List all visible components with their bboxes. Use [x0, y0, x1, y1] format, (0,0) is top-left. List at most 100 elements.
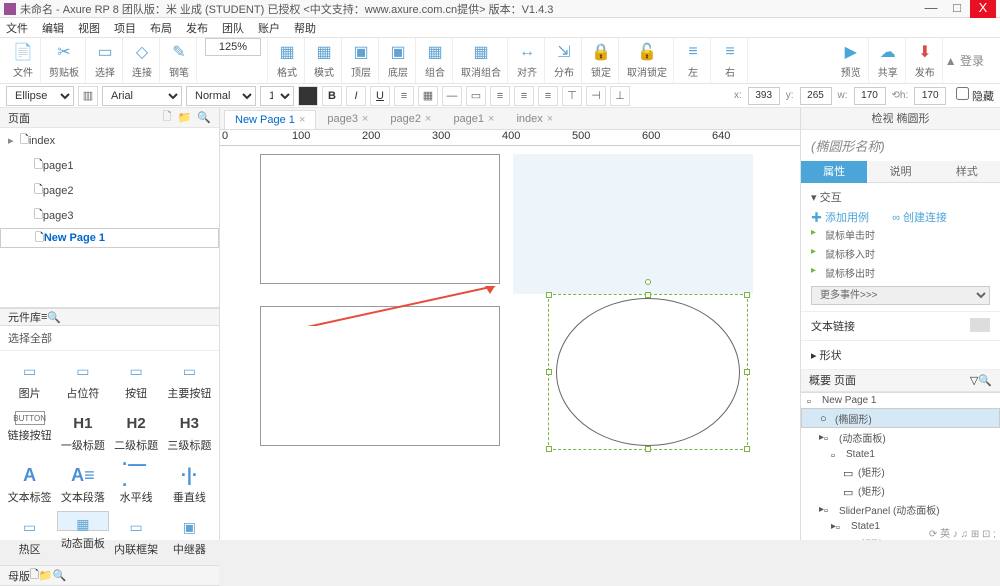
bold-button[interactable]: B	[322, 86, 342, 106]
menu-项目[interactable]: 项目	[114, 20, 136, 36]
align-bottom-button[interactable]: ⊥	[610, 86, 630, 106]
padding-icon[interactable]: ▥	[78, 86, 98, 106]
textlink-swatch[interactable]	[970, 318, 990, 332]
shape-select[interactable]: Ellipse	[6, 86, 74, 106]
fill-button[interactable]: ▦	[418, 86, 438, 106]
size-select[interactable]: 13	[260, 86, 294, 106]
lib-中继器[interactable]: ▣中继器	[164, 511, 215, 561]
tool-连接[interactable]: ◇连接	[125, 38, 160, 83]
item-name[interactable]: (椭圆形名称)	[801, 130, 1000, 161]
lib-垂直线[interactable]: ·|·垂直线	[164, 459, 215, 509]
hide-checkbox[interactable]	[956, 87, 969, 100]
master-search-icon[interactable]: 🔍	[53, 569, 67, 582]
outline-SliderPanel (动态面板)[interactable]: ▸ ▫SliderPanel (动态面板)	[801, 500, 1000, 519]
tool-发布[interactable]: ⬇发布	[908, 38, 943, 83]
align-left-button[interactable]: ≡	[490, 86, 510, 106]
event-鼠标移入时[interactable]: 鼠标移入时	[811, 244, 990, 263]
interaction-title[interactable]: ▾ 交互	[811, 189, 990, 205]
lib-文本标签[interactable]: A文本标签	[4, 459, 55, 509]
tab-New Page 1[interactable]: New Page 1×	[224, 110, 316, 129]
lib-内联框架[interactable]: ▭内联框架	[111, 511, 162, 561]
tool-预览[interactable]: ▶预览	[834, 38, 869, 83]
lib-水平线[interactable]: ·—·水平线	[111, 459, 162, 509]
outline-(动态面板)[interactable]: ▸ ▫(动态面板)	[801, 428, 1000, 447]
lib-主要按钮[interactable]: ▭主要按钮	[164, 355, 215, 405]
minimize-button[interactable]: —	[918, 0, 944, 18]
color-button[interactable]	[298, 86, 318, 106]
page-page3[interactable]: 🗋 page3	[0, 203, 219, 228]
tool-选择[interactable]: ▭选择	[88, 38, 123, 83]
menu-布局[interactable]: 布局	[150, 20, 172, 36]
lib-图片[interactable]: ▭图片	[4, 355, 55, 405]
tab-properties[interactable]: 属性	[801, 161, 867, 183]
master-add-icon[interactable]: 🗋	[30, 566, 39, 585]
weight-select[interactable]: Normal	[186, 86, 256, 106]
x-field[interactable]	[748, 87, 780, 105]
rectangle-shape-1[interactable]	[260, 154, 500, 284]
menu-账户[interactable]: 账户	[258, 20, 280, 36]
page-index[interactable]: ▸🗋 index	[0, 128, 219, 153]
lib-按钮[interactable]: ▭按钮	[111, 355, 162, 405]
lib-链接按钮[interactable]: BUTTON链接按钮	[4, 407, 55, 457]
underline-button[interactable]: U	[370, 86, 390, 106]
create-link[interactable]: ∞ 创建连接	[892, 212, 947, 224]
lib-热区[interactable]: ▭热区	[4, 511, 55, 561]
align-middle-button[interactable]: ⊣	[586, 86, 606, 106]
tab-notes[interactable]: 说明	[867, 161, 933, 183]
menu-文件[interactable]: 文件	[6, 20, 28, 36]
outline-search-icon[interactable]: 🔍	[978, 370, 992, 391]
menu-发布[interactable]: 发布	[186, 20, 208, 36]
tab-style[interactable]: 样式	[934, 161, 1000, 183]
outline-(矩形)[interactable]: ▭(矩形)	[801, 462, 1000, 481]
tool-取消组合[interactable]: ▦取消组合	[455, 38, 508, 83]
bullet-button[interactable]: ≡	[394, 86, 414, 106]
menu-视图[interactable]: 视图	[78, 20, 100, 36]
maximize-button[interactable]: □	[944, 0, 970, 18]
tool-模式[interactable]: ▦模式	[307, 38, 342, 83]
menu-编辑[interactable]: 编辑	[42, 20, 64, 36]
outline-(矩形)[interactable]: ▭(矩形)	[801, 481, 1000, 500]
tool-格式[interactable]: ▦格式	[270, 38, 305, 83]
close-button[interactable]: X	[970, 0, 996, 18]
tool-分布[interactable]: ⇲分布	[547, 38, 582, 83]
event-鼠标移出时[interactable]: 鼠标移出时	[811, 263, 990, 282]
tool-组合[interactable]: ▦组合	[418, 38, 453, 83]
panel-shape[interactable]	[513, 154, 753, 294]
lib-二级标题[interactable]: H2二级标题	[111, 407, 162, 457]
event-鼠标单击时[interactable]: 鼠标单击时	[811, 225, 990, 244]
lib-占位符[interactable]: ▭占位符	[57, 355, 108, 405]
page-page1[interactable]: 🗋 page1	[0, 153, 219, 178]
outline-(椭圆形)[interactable]: ○(椭圆形)	[801, 408, 1000, 428]
outline-filter-icon[interactable]: ▽	[970, 370, 978, 391]
master-folder-icon[interactable]: 📁	[39, 569, 53, 582]
add-case-link[interactable]: ✚ 添加用例	[811, 212, 869, 224]
lib-一级标题[interactable]: H1一级标题	[57, 407, 108, 457]
menu-帮助[interactable]: 帮助	[294, 20, 316, 36]
tool-左[interactable]: ≡左	[676, 38, 711, 83]
outline-New Page 1[interactable]: ▫New Page 1	[801, 393, 1000, 408]
tool-共享[interactable]: ☁共享	[871, 38, 906, 83]
tab-page3[interactable]: page3×	[316, 109, 379, 129]
lib-文本段落[interactable]: A≡文本段落	[57, 459, 108, 509]
select-all[interactable]: 选择全部	[0, 326, 219, 351]
add-folder-icon[interactable]: 📁	[178, 111, 192, 124]
font-select[interactable]: Arial	[102, 86, 182, 106]
h-field[interactable]	[914, 87, 946, 105]
tool-钢笔[interactable]: ✎钢笔	[162, 38, 197, 83]
page-New Page 1[interactable]: 🗋 New Page 1	[0, 228, 219, 248]
lib-三级标题[interactable]: H3三级标题	[164, 407, 215, 457]
menu-团队[interactable]: 团队	[222, 20, 244, 36]
tool-锁定[interactable]: 🔒锁定	[584, 38, 619, 83]
y-field[interactable]	[800, 87, 832, 105]
tab-page2[interactable]: page2×	[379, 109, 442, 129]
login-button[interactable]: ▲ 登录	[945, 52, 984, 69]
tool-底层[interactable]: ▣底层	[381, 38, 416, 83]
page-page2[interactable]: 🗋 page2	[0, 178, 219, 203]
lib-search-icon[interactable]: 🔍	[47, 311, 61, 324]
outline-State1[interactable]: ▫State1	[801, 447, 1000, 462]
tool-顶层[interactable]: ▣顶层	[344, 38, 379, 83]
tab-index[interactable]: index×	[505, 109, 564, 129]
align-top-button[interactable]: ⊤	[562, 86, 582, 106]
lib-动态面板[interactable]: ▦动态面板	[57, 511, 108, 531]
italic-button[interactable]: I	[346, 86, 366, 106]
